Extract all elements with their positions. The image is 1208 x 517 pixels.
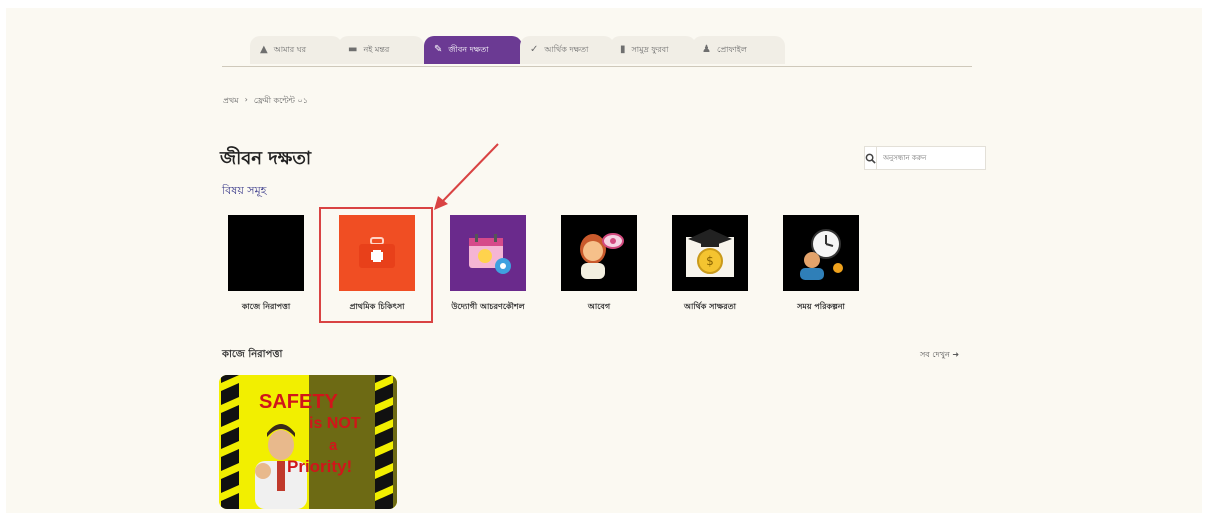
topic-label: উদ্যোগী আচরণকৌশল [451,302,525,311]
topic-label: সময় পরিকল্পনা [797,302,845,311]
user-icon: ♟ [702,44,711,55]
topic-label: আবেগ [587,302,611,311]
breadcrumb-current: ফ্রেমী কন্টেন্ট ০১ [253,96,308,105]
tab-home[interactable]: ▲ আমার ঘর [250,36,342,64]
annotation-arrow-icon [434,143,499,210]
topic-label: আর্থিক সাক্ষরতা [684,302,736,311]
tab-label: সামুদ্র ফুরবা [631,44,669,54]
video-card-safety[interactable]: SAFETY is NOT a Priority! [219,375,397,509]
graduation-coin-icon: $ [686,229,734,277]
tab-books[interactable]: ▬ নই মন্তর [338,36,424,64]
video-text-a: a [329,437,338,454]
building-icon: ▮ [620,44,626,55]
topic-proactive-behaviour[interactable]: উদ্যোগী আচরণকৌশল [448,215,528,314]
tab-label: আমার ঘর [273,44,307,54]
home-icon: ▲ [260,44,268,55]
see-all-label: সব দেখুন [920,350,950,359]
breadcrumb: প্রথম › ফ্রেমী কন্টেন্ট ০১ [223,95,308,108]
svg-text:$: $ [706,254,714,268]
video-text-is-not: is NOT [309,415,361,432]
tab-profile[interactable]: ♟ প্রোফাইল [692,36,785,64]
video-text-priority: Priority! [287,457,353,476]
book-icon: ▬ [348,44,358,55]
tab-label: নই মন্তর [363,44,390,54]
video-text-safety: SAFETY [259,391,338,413]
tab-label: জীবন দক্ষতা [448,44,489,54]
tab-life-skills[interactable]: ✎ জীবন দক্ষতা [424,36,522,64]
section-title: কাজে নিরাপত্তা [222,349,283,360]
topic-financial-literacy[interactable]: $ আর্থিক সাক্ষরতা [670,215,750,314]
search-button[interactable] [864,146,876,170]
tab-financial-skills[interactable]: ✓ আর্থিক দক্ষতা [520,36,614,64]
tab-label: প্রোফাইল [716,44,747,54]
topic-time-planning[interactable]: সময় পরিকল্পনা [781,215,861,314]
topics-subtitle: বিষয় সমূহ [222,184,267,197]
arrow-right-icon: ➜ [952,350,960,359]
search-box [864,146,986,170]
search-icon [865,153,876,164]
emotion-thumbnail [561,215,637,291]
clock-person-icon [800,229,843,280]
time-thumbnail [783,215,859,291]
page-title: জীবন দক্ষতা [220,148,312,169]
see-all-link[interactable]: সব দেখুন ➜ [920,349,959,362]
annotation-highlight-box [319,207,433,323]
main-tabs: ▲ আমার ঘর ▬ নই মন্তর ✎ জীবন দক্ষতা ✓ আর্… [250,36,785,66]
emotion-face-icon [580,233,624,279]
tab-label: আর্থিক দক্ষতা [544,44,589,54]
tabs-underline [222,66,972,67]
blank-thumbnail [228,215,304,291]
wallet-icon: ✓ [530,44,539,55]
calendar-gear-icon [469,234,511,274]
tab-community[interactable]: ▮ সামুদ্র ফুরবা [610,36,696,64]
topic-work-safety[interactable]: কাজে নিরাপত্তা [226,215,306,314]
search-input[interactable] [876,146,986,170]
breadcrumb-separator: › [244,95,248,104]
topic-label: কাজে নিরাপত্তা [241,302,291,311]
topic-emotion[interactable]: আবেগ [559,215,639,314]
skill-icon: ✎ [434,44,443,55]
calendar-thumbnail [450,215,526,291]
finance-thumbnail: $ [672,215,748,291]
breadcrumb-home[interactable]: প্রথম [223,95,239,108]
